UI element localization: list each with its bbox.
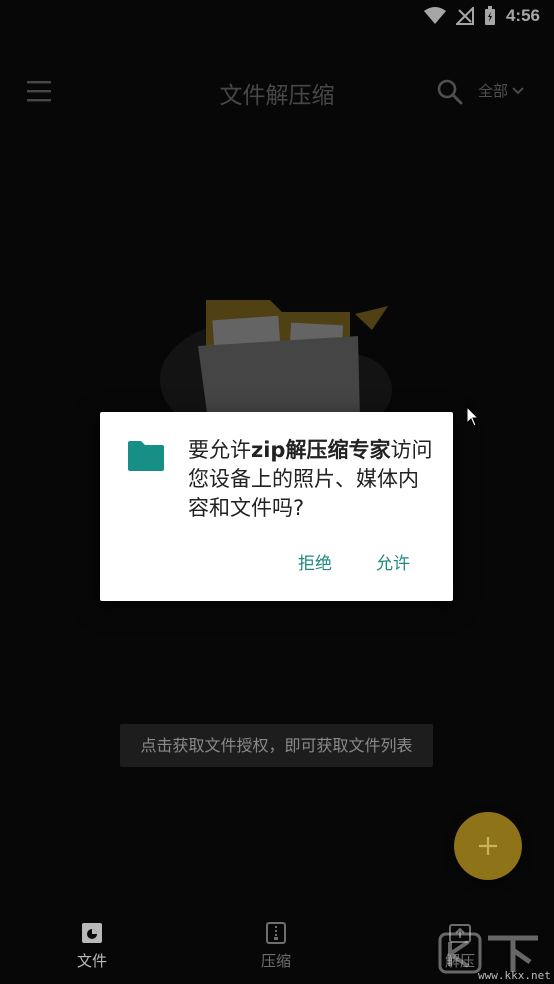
permission-dialog: 要允许zip解压缩专家访问您设备上的照片、媒体内容和文件吗? 拒绝 允许 xyxy=(100,412,453,601)
nav-item-compress[interactable]: 压缩 xyxy=(236,922,316,971)
plus-icon xyxy=(479,837,497,855)
permission-hint[interactable]: 点击获取文件授权，即可获取文件列表 xyxy=(120,724,433,767)
nav-label: 文件 xyxy=(76,952,107,970)
folder-icon xyxy=(128,441,164,471)
zip-icon xyxy=(266,922,286,944)
add-button[interactable] xyxy=(454,812,522,880)
watermark-url: www.kkx.net xyxy=(478,969,551,982)
nav-label: 压缩 xyxy=(260,952,291,970)
dialog-app-name: zip解压缩专家 xyxy=(251,438,391,462)
file-icon xyxy=(82,923,102,943)
cursor-icon xyxy=(466,406,480,427)
allow-button[interactable]: 允许 xyxy=(376,549,410,574)
nav-item-files[interactable]: 文件 xyxy=(52,922,132,971)
dialog-message: 要允许zip解压缩专家访问您设备上的照片、媒体内容和文件吗? xyxy=(188,438,433,520)
deny-button[interactable]: 拒绝 xyxy=(298,549,332,574)
